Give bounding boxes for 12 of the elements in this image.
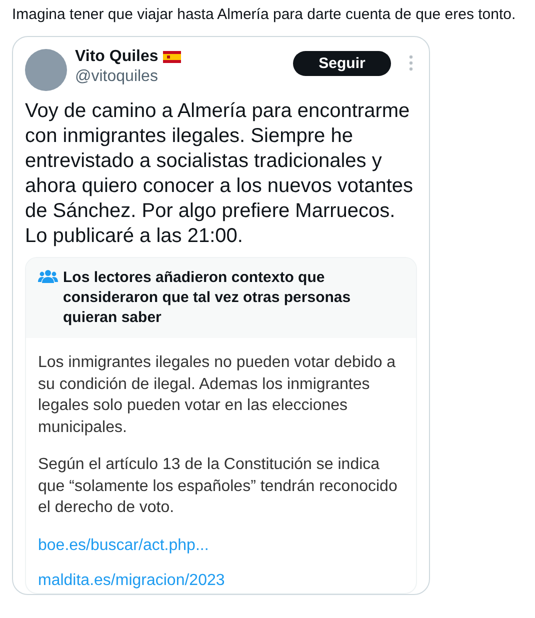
author-name[interactable]: Vito Quiles	[75, 47, 158, 67]
post-text: Imagina tener que viajar hasta Almería para darte cuenta de que eres tonto.	[12, 5, 517, 25]
note-paragraph: Según el artículo 13 de la Constitución se indica que “solamente los españoles” tendrán reconocido el derecho de voto.	[38, 455, 398, 518]
tweet-text: Voy de camino a Almería para encontrarme con inmigrantes ilegales. Siempre he entrevistado a socialistas tradicionales y ahora quiero conocer a los nuevos votantes de Sánchez. Por algo prefiere Marruecos. Lo publicaré a las 21:00.	[25, 99, 414, 249]
people-icon	[38, 269, 58, 285]
author-handle[interactable]: @vitoquiles	[75, 67, 285, 87]
flag-icon	[163, 51, 182, 63]
community-note-title: Los lectores añadieron contexto que consideraron que tal vez otras personas quieran saber	[63, 268, 352, 328]
avatar	[25, 49, 67, 91]
follow-button[interactable]: Seguir	[293, 51, 391, 76]
note-paragraph: Los inmigrantes ilegales no pueden votar debido a su condición de ilegal. Ademas los inmigrantes legales solo pueden votar en las elecciones municipales.	[38, 353, 397, 438]
quoted-tweet-card[interactable]	[12, 36, 430, 594]
